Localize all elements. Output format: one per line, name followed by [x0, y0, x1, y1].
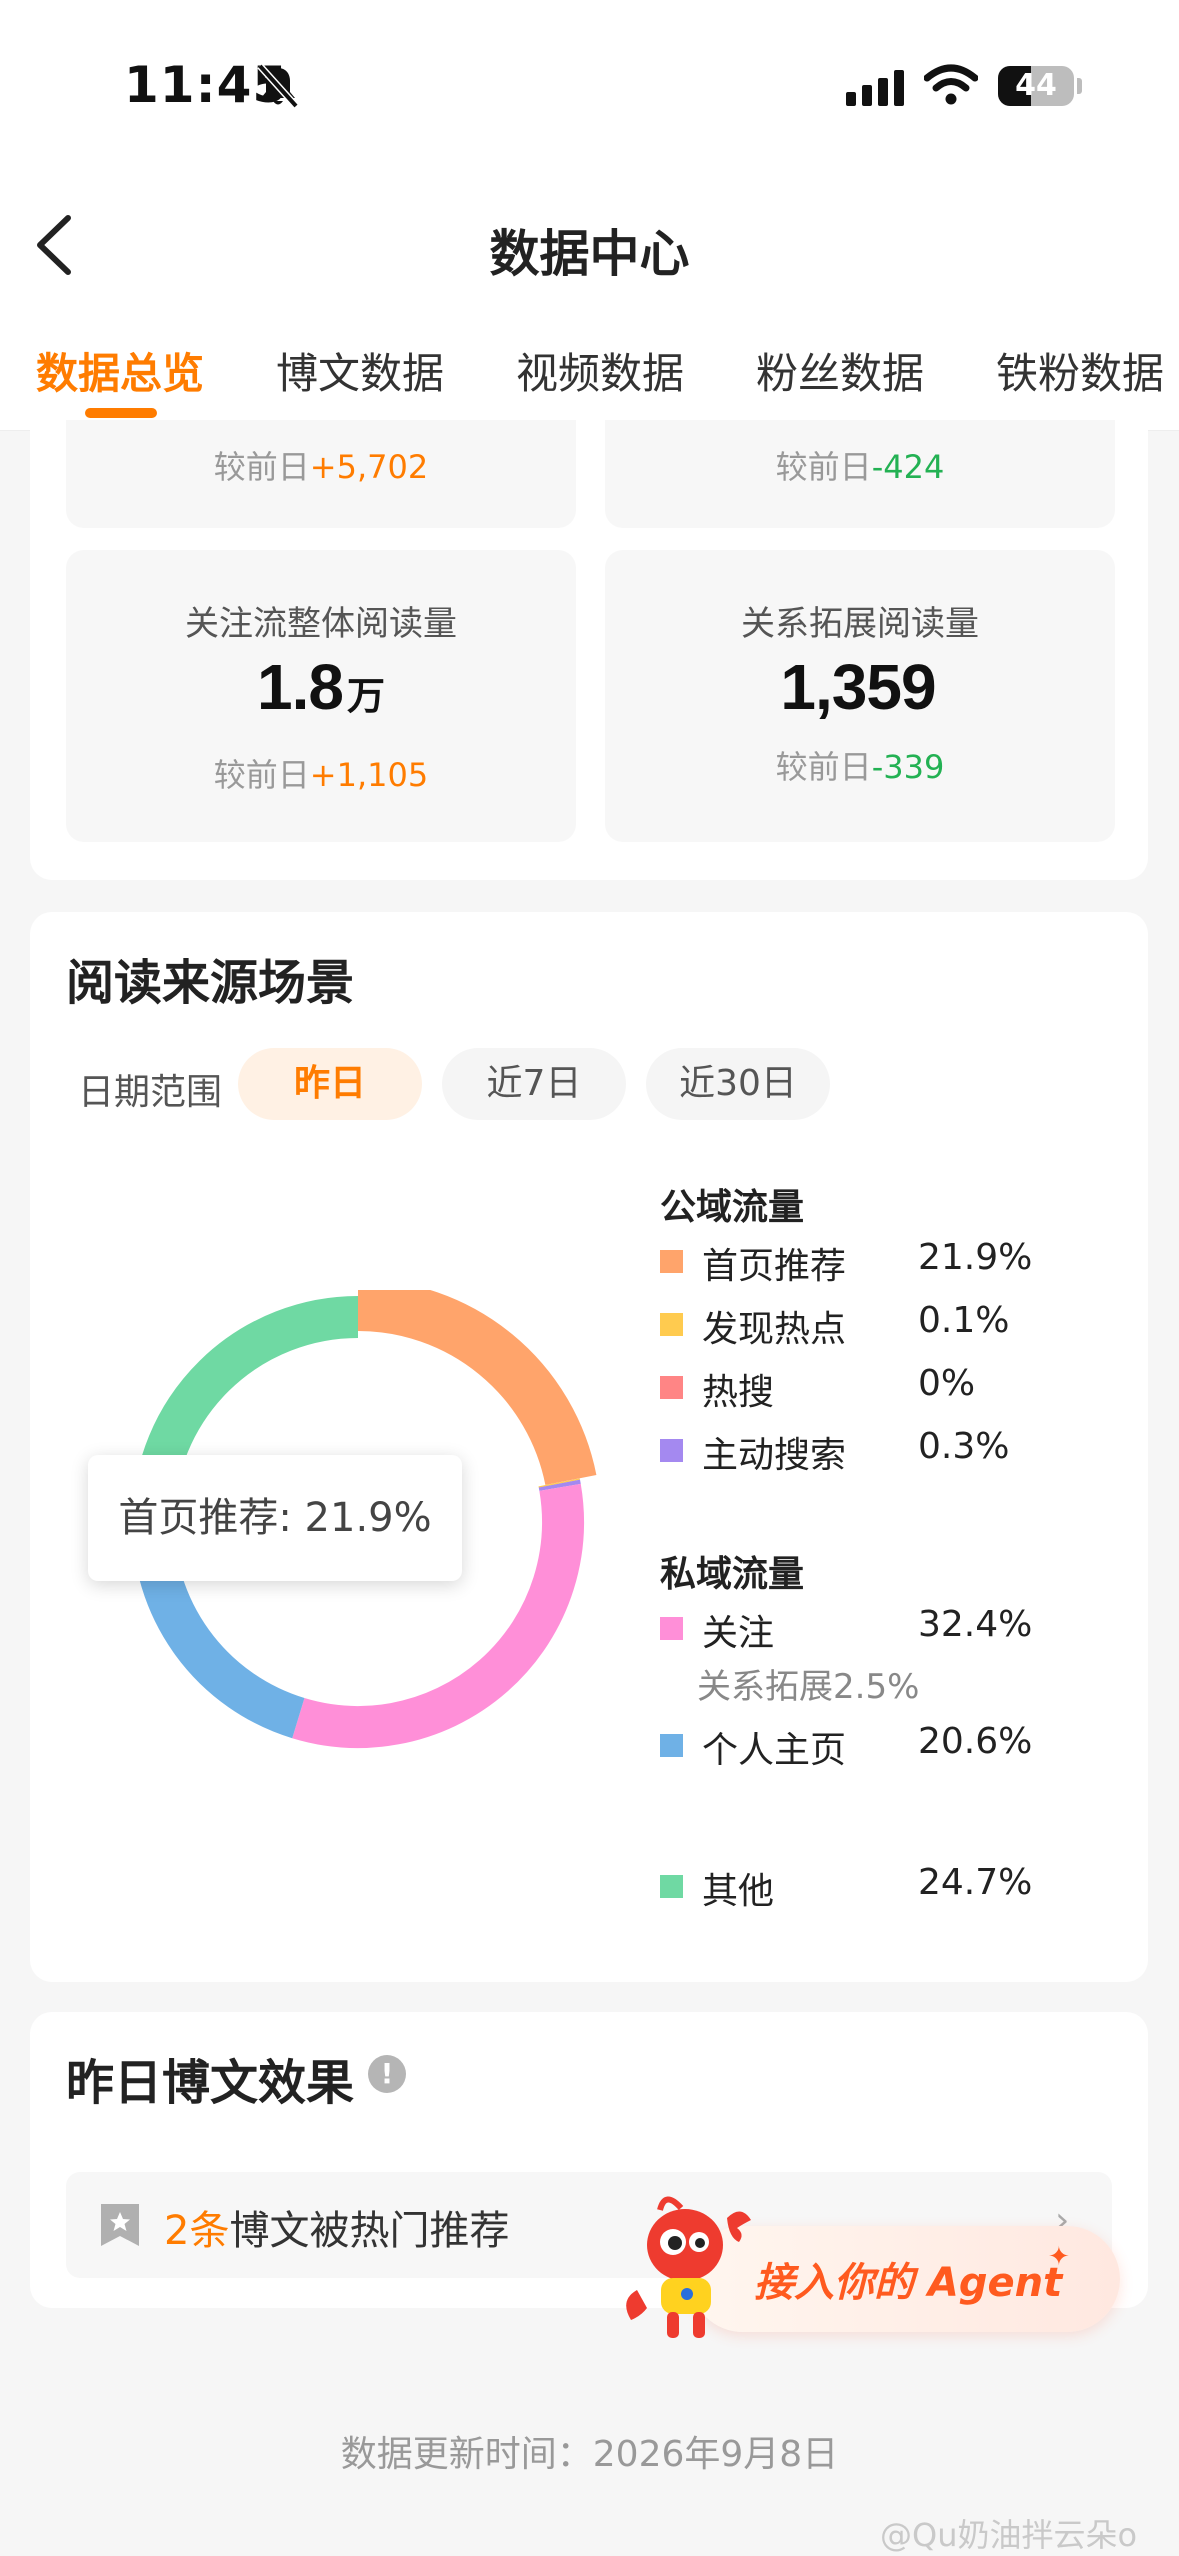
chart-tooltip: 首页推荐: 21.9% [88, 1455, 462, 1581]
cellular-signal-icon [846, 70, 904, 106]
stat-card-partial: 较前日-424 [605, 420, 1115, 528]
battery-tip [1077, 78, 1082, 94]
tab-bar: 数据总览 博文数据 视频数据 粉丝数据 铁粉数据 [0, 320, 1179, 431]
crayfish-mascot-icon[interactable] [615, 2190, 765, 2350]
stat-label: 关系拓展阅读量 [741, 604, 979, 644]
stat-card-partial: 较前日+5,702 [66, 420, 576, 528]
wifi-icon [924, 64, 978, 105]
range-chip-7days[interactable]: 近7日 [442, 1048, 626, 1120]
legend-subitem: 关系拓展2.5% [697, 1667, 920, 1707]
stat-value: 1.8 万 [257, 651, 385, 723]
nav-bar: 数据中心 [0, 170, 1179, 320]
status-bar: 11:45 44 [0, 0, 1179, 170]
stat-delta: 较前日+1,105 [213, 756, 429, 794]
range-chip-30days[interactable]: 近30日 [646, 1048, 830, 1120]
stat-delta: 较前日-339 [775, 748, 945, 786]
battery-indicator: 44 [998, 66, 1074, 106]
tab-posts[interactable]: 博文数据 [276, 340, 444, 401]
reading-source-title: 阅读来源场景 [66, 955, 355, 1011]
donut-slice-1[interactable] [357, 1290, 597, 1486]
tab-fans[interactable]: 粉丝数据 [756, 340, 924, 401]
range-chip-yesterday[interactable]: 昨日 [238, 1048, 422, 1120]
page-title: 数据中心 [489, 225, 690, 283]
yesterday-posts-title: 昨日博文效果 [66, 2055, 355, 2111]
agent-label: 接入你的 Agent [754, 2260, 1063, 2306]
hot-recommend-text: 2条博文被热门推荐 [164, 2208, 510, 2254]
legend-swatch [660, 1439, 683, 1462]
tab-videos[interactable]: 视频数据 [516, 340, 684, 401]
watermark: @Qu奶油拌云朵o [880, 2516, 1138, 2554]
legend-swatch [660, 1734, 683, 1757]
legend-swatch [660, 1313, 683, 1336]
update-time: 数据更新时间：2026年9月8日 [340, 2434, 839, 2475]
stat-card-relation-reads[interactable]: 关系拓展阅读量 1,359 较前日-339 [605, 550, 1115, 842]
stat-card-follow-reads[interactable]: 关注流整体阅读量 1.8 万 较前日+1,105 [66, 550, 576, 842]
legend-group-public: 公域流量 [660, 1187, 805, 1228]
tab-active-indicator [85, 408, 157, 418]
tab-iron-fans[interactable]: 铁粉数据 [996, 340, 1164, 401]
sparkle-icon: ✦ [1048, 2242, 1070, 2272]
legend-swatch [660, 1250, 683, 1273]
stat-label: 关注流整体阅读量 [185, 604, 457, 644]
donut-slice-4[interactable] [538, 1479, 581, 1491]
bell-off-icon [257, 63, 299, 109]
legend-group-private: 私域流量 [660, 1554, 805, 1595]
overview-card: 较前日+5,702 较前日-424 关注流整体阅读量 1.8 万 较前日+1,10… [30, 420, 1148, 880]
stat-delta: 较前日+5,702 [213, 448, 429, 486]
battery-percent: 44 [1015, 68, 1057, 103]
legend-swatch [660, 1617, 683, 1640]
info-icon[interactable]: ! [368, 2055, 406, 2093]
stat-delta: 较前日-424 [775, 448, 945, 486]
tab-overview[interactable]: 数据总览 [36, 340, 204, 401]
legend-swatch [660, 1376, 683, 1399]
date-range-label: 日期范围 [78, 1072, 223, 1113]
legend-swatch [660, 1875, 683, 1898]
stat-value: 1,359 [780, 651, 936, 723]
bookmark-star-icon [101, 2204, 139, 2246]
